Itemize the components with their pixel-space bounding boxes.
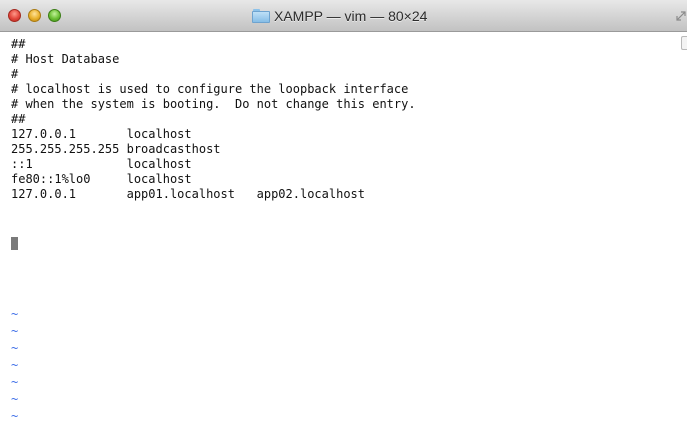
folder-icon	[252, 9, 270, 23]
file-line: ##	[11, 37, 26, 51]
file-line: 127.0.0.1 localhost	[11, 127, 192, 141]
file-line: #	[11, 67, 19, 81]
file-line: 255.255.255.255 broadcasthost	[11, 142, 221, 156]
window-title-text: XAMPP — vim — 80×24	[274, 8, 428, 24]
file-lines: ## # Host Database # # localhost is used to…	[11, 37, 416, 202]
file-line: 127.0.0.1 app01.localhost app02.localhos…	[11, 187, 366, 201]
file-line: # Host Database	[11, 52, 120, 66]
tilde-marker: ~	[11, 409, 19, 423]
title-bar[interactable]: XAMPP — vim — 80×24	[0, 0, 687, 32]
terminal-content[interactable]: ## # Host Database # # localhost is used to…	[0, 32, 687, 436]
file-line: ##	[11, 112, 26, 126]
fullscreen-icon[interactable]	[675, 10, 687, 22]
file-line: fe80::1%lo0 localhost	[11, 172, 192, 186]
minimize-icon	[29, 10, 40, 21]
tilde-marker: ~	[11, 358, 19, 372]
scrollbar[interactable]	[681, 36, 687, 50]
file-line: # localhost is used to configure the loo…	[11, 82, 409, 96]
minimize-button[interactable]	[28, 9, 41, 22]
empty-line-markers: ~ ~ ~ ~ ~ ~ ~	[11, 307, 18, 426]
close-icon	[9, 10, 20, 21]
file-line: # when the system is booting. Do not cha…	[11, 97, 416, 111]
tilde-marker: ~	[11, 392, 19, 406]
tilde-marker: ~	[11, 341, 19, 355]
file-line: ::1 localhost	[11, 157, 192, 171]
text-cursor	[11, 237, 18, 250]
terminal-window: XAMPP — vim — 80×24 ## # Host Database # # …	[0, 0, 687, 436]
tilde-marker: ~	[11, 307, 19, 321]
zoom-icon	[49, 10, 60, 21]
close-button[interactable]	[8, 9, 21, 22]
tilde-marker: ~	[11, 324, 19, 338]
zoom-button[interactable]	[48, 9, 61, 22]
tilde-marker: ~	[11, 375, 19, 389]
window-title: XAMPP — vim — 80×24	[252, 7, 427, 25]
